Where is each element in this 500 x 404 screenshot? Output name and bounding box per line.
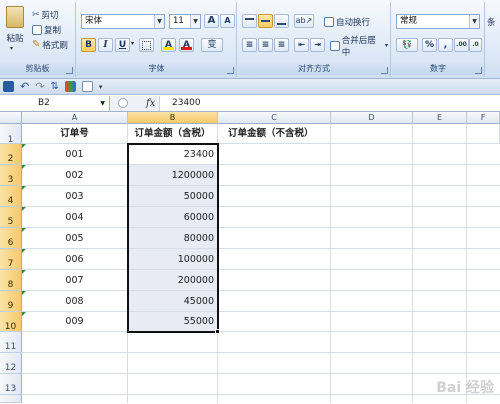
insert-function-button[interactable]: fx <box>146 96 155 111</box>
underline-button[interactable]: U <box>115 38 130 52</box>
decrease-indent-button[interactable]: ⇤ <box>294 38 309 52</box>
alignment-label: 对齐方式 <box>238 63 390 75</box>
fill-color-swatch <box>163 47 174 50</box>
decrease-indent-icon: ⇤ <box>298 40 305 49</box>
borders-button[interactable] <box>139 38 154 52</box>
number-format-dropdown-icon: ▼ <box>469 15 479 28</box>
clipboard-launcher-icon[interactable] <box>66 67 73 74</box>
format-painter-button[interactable]: ✎ 格式刷 <box>30 37 70 52</box>
accounting-format-button[interactable]: 💱 <box>396 38 418 52</box>
merge-dropdown-icon: ▾ <box>384 42 388 49</box>
percent-style-button[interactable]: % <box>422 38 437 52</box>
font-size-dropdown-icon: ▼ <box>190 15 200 28</box>
fill-handle[interactable] <box>215 329 220 334</box>
redo-icon[interactable]: ↷ <box>35 81 44 92</box>
font-label: 字体 <box>77 63 236 75</box>
align-right-icon: ≡ <box>277 40 286 50</box>
brush-icon: ✎ <box>32 39 41 50</box>
print-preview-icon[interactable] <box>81 81 93 92</box>
font-name-select[interactable]: 宋体 ▼ <box>81 14 165 29</box>
number-launcher-icon[interactable] <box>475 67 482 74</box>
cut-button[interactable]: ✂ 剪切 <box>30 7 61 22</box>
align-middle-button[interactable] <box>258 14 273 28</box>
name-box[interactable]: B2 ▼ <box>0 96 110 111</box>
quick-access-toolbar: ↶ ↷ ⇅ ▾ <box>0 79 500 95</box>
borders-icon <box>142 41 151 50</box>
alignment-launcher-icon[interactable] <box>381 67 388 74</box>
styles-group: 条 <box>486 2 500 77</box>
increase-decimal-icon: .00 <box>456 41 467 48</box>
align-center-icon: ≡ <box>261 40 270 50</box>
increase-indent-button[interactable]: ⇥ <box>310 38 325 52</box>
font-size-select[interactable]: 11 ▼ <box>169 14 201 29</box>
bold-button[interactable]: B <box>81 38 96 52</box>
cancel-entry-icon[interactable] <box>118 98 128 108</box>
font-launcher-icon[interactable] <box>227 67 234 74</box>
font-color-button[interactable]: A <box>179 38 194 52</box>
shrink-font-button[interactable]: A <box>220 14 235 28</box>
underline-dropdown-icon[interactable]: ▾ <box>131 40 134 47</box>
ribbon: 粘贴 ▾ ✂ 剪切 复制 ✎ 格式刷 剪贴板 宋体 ▼ 11 ▼ A A B I… <box>0 0 500 79</box>
scissors-icon: ✂ <box>32 9 40 20</box>
grow-font-button[interactable]: A <box>204 14 219 28</box>
font-color-swatch <box>181 47 192 50</box>
orientation-button[interactable]: ab↗ <box>294 14 314 28</box>
worksheet-grid: A B C D E F 1 2 3 4 5 6 7 8 9 10 11 12 1… <box>0 112 500 403</box>
number-label: 数字 <box>392 63 484 75</box>
comma-style-button[interactable]: , <box>438 38 453 52</box>
align-center-button[interactable]: ≡ <box>258 38 273 52</box>
align-top-button[interactable] <box>242 14 257 28</box>
paste-icon[interactable] <box>6 6 24 28</box>
gridlines <box>22 144 500 403</box>
formula-input[interactable]: 23400 <box>172 96 201 111</box>
sort-icon[interactable]: ⇅ <box>50 81 58 92</box>
clipboard-label: 剪贴板 <box>0 63 75 75</box>
alignment-group: ab↗ 自动换行 ≡ ≡ ≡ ⇤ ⇥ 合并后居中 ▾ 对齐方式 <box>238 2 391 77</box>
merge-icon <box>330 40 340 51</box>
decrease-decimal-button[interactable]: .0 <box>469 38 482 52</box>
decrease-decimal-icon: .0 <box>472 41 479 48</box>
align-right-button[interactable]: ≡ <box>274 38 289 52</box>
paste-dropdown-icon[interactable]: ▾ <box>10 45 13 52</box>
merge-center-button[interactable]: 合并后居中 ▾ <box>328 36 390 58</box>
font-group: 宋体 ▼ 11 ▼ A A B I U ▾ A A 变 字体 <box>77 2 237 77</box>
orientation-icon: ab↗ <box>295 16 313 25</box>
align-left-button[interactable]: ≡ <box>242 38 257 52</box>
save-icon[interactable] <box>3 81 14 92</box>
qat-customize-icon[interactable]: ▾ <box>99 83 103 91</box>
fill-color-button[interactable]: A <box>161 38 176 52</box>
chart-icon[interactable] <box>64 81 76 92</box>
wrap-text-button[interactable]: 自动换行 <box>322 14 372 29</box>
copy-button[interactable]: 复制 <box>30 22 63 37</box>
name-box-dropdown-icon[interactable]: ▼ <box>100 96 105 111</box>
italic-button[interactable]: I <box>98 38 113 52</box>
clipboard-group: 粘贴 ▾ ✂ 剪切 复制 ✎ 格式刷 剪贴板 <box>0 2 76 77</box>
font-name-dropdown-icon: ▼ <box>154 15 164 28</box>
increase-decimal-button[interactable]: .00 <box>454 38 469 52</box>
copy-icon <box>32 24 42 35</box>
watermark-logo: Bai 经验 <box>436 380 494 396</box>
currency-icon: 💱 <box>402 40 412 49</box>
align-left-icon: ≡ <box>245 40 254 50</box>
number-format-select[interactable]: 常规 ▼ <box>396 14 480 29</box>
undo-icon[interactable]: ↶ <box>20 81 29 92</box>
paste-button[interactable]: 粘贴 <box>3 32 27 44</box>
wrap-text-icon <box>324 16 334 27</box>
number-group: 常规 ▼ 💱 % , .00 .0 数字 <box>392 2 485 77</box>
conditional-format-button[interactable]: 条 <box>487 16 496 28</box>
formula-bar: B2 ▼ fx 23400 <box>0 95 500 112</box>
phonetic-button[interactable]: 变 <box>201 38 223 52</box>
increase-indent-icon: ⇥ <box>314 40 321 49</box>
align-bottom-button[interactable] <box>274 14 289 28</box>
